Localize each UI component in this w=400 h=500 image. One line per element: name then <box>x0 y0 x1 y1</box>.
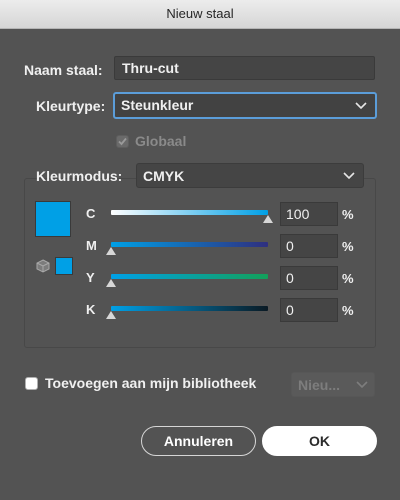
cyan-slider-thumb[interactable] <box>263 215 273 223</box>
color-preview-swatch <box>35 201 71 237</box>
global-checkbox[interactable] <box>116 135 129 148</box>
title-bar[interactable]: Nieuw staal <box>0 0 400 29</box>
swatch-name-input[interactable]: Thru-cut <box>114 56 375 80</box>
cyan-label: C <box>86 206 96 221</box>
color-type-value: Steunkleur <box>121 97 194 113</box>
black-slider-track[interactable] <box>111 306 268 311</box>
ok-button[interactable]: OK <box>262 426 377 456</box>
checkmark-icon <box>118 137 127 146</box>
black-label: K <box>86 302 96 317</box>
library-select-value: Nieu... <box>298 377 341 393</box>
yellow-label: Y <box>86 270 95 285</box>
cyan-percent-label: % <box>342 207 354 222</box>
cancel-button[interactable]: Annuleren <box>141 426 256 456</box>
swatch-name-label: Naam staal: <box>24 62 103 78</box>
magenta-slider-thumb[interactable] <box>106 247 116 255</box>
magenta-value-input[interactable]: 0 <box>280 234 338 258</box>
yellow-percent-label: % <box>342 271 354 286</box>
yellow-slider-track[interactable] <box>111 274 268 279</box>
color-mode-value: CMYK <box>143 168 185 184</box>
yellow-value-input[interactable]: 0 <box>280 266 338 290</box>
color-mode-select[interactable]: CMYK <box>136 163 364 188</box>
new-swatch-dialog: Nieuw staal Naam staal: Thru-cut Kleurty… <box>0 0 400 500</box>
chevron-down-icon <box>355 94 367 117</box>
gamut-color-swatch[interactable] <box>55 257 73 275</box>
library-select[interactable]: Nieu... <box>291 372 375 397</box>
color-mode-label: Kleurmodus: <box>36 168 123 184</box>
black-slider-thumb[interactable] <box>106 311 116 319</box>
magenta-label: M <box>86 238 97 253</box>
add-to-library-label: Toevoegen aan mijn bibliotheek <box>45 375 257 391</box>
chevron-down-icon <box>356 373 368 396</box>
magenta-percent-label: % <box>342 239 354 254</box>
add-to-library-checkbox[interactable] <box>25 377 38 390</box>
global-label: Globaal <box>135 133 187 149</box>
cyan-value-input[interactable]: 100 <box>280 202 338 226</box>
magenta-slider-track[interactable] <box>111 242 268 247</box>
cyan-slider-track[interactable] <box>111 210 268 215</box>
window-title: Nieuw staal <box>166 6 234 21</box>
black-percent-label: % <box>342 303 354 318</box>
out-of-gamut-cube-icon[interactable] <box>36 259 50 273</box>
chevron-down-icon <box>343 164 355 187</box>
yellow-slider-thumb[interactable] <box>106 279 116 287</box>
black-value-input[interactable]: 0 <box>280 298 338 322</box>
color-type-select[interactable]: Steunkleur <box>113 92 377 119</box>
color-type-label: Kleurtype: <box>36 98 106 114</box>
